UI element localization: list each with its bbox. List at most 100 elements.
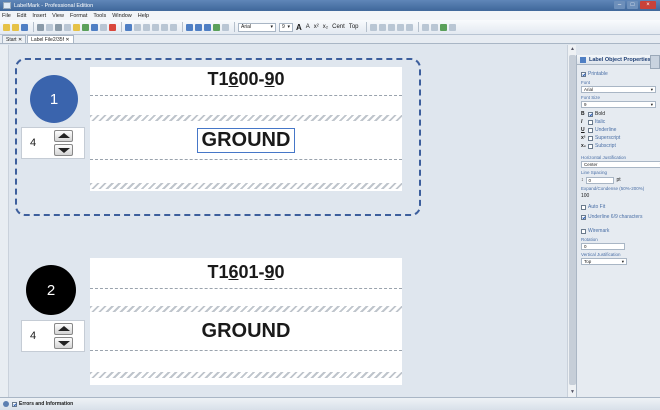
horizontal-align-dropdown[interactable]: Cent: [332, 24, 345, 30]
scroll-down-icon[interactable]: ▼: [569, 389, 576, 396]
decrement-arrow-icon[interactable]: [54, 144, 73, 156]
rotate-icon[interactable]: [213, 23, 220, 31]
label-line-1[interactable]: T1 6 01- 9 0: [90, 260, 402, 284]
select-icon[interactable]: [125, 23, 132, 31]
italic-checkbox[interactable]: [588, 119, 593, 125]
superscript-button[interactable]: x²: [314, 24, 319, 30]
line-icon[interactable]: [161, 23, 168, 31]
menu-view[interactable]: View: [52, 13, 64, 19]
font-size-dropdown[interactable]: 9 ▾: [279, 22, 293, 32]
paste-icon[interactable]: [73, 23, 80, 31]
autofit-row[interactable]: Auto Fit: [581, 203, 656, 211]
font-select[interactable]: Arial ▾: [581, 86, 656, 93]
layout-icon[interactable]: [421, 23, 429, 31]
scroll-thumb[interactable]: [569, 55, 576, 385]
rectangle-icon[interactable]: [170, 23, 177, 31]
text-format-icon[interactable]: [378, 23, 386, 31]
undo-icon[interactable]: [91, 23, 98, 31]
menu-help[interactable]: Help: [138, 13, 149, 19]
subscript-button[interactable]: x₂: [323, 24, 328, 30]
font-name-dropdown[interactable]: Arial ▾: [238, 22, 276, 32]
barcode-icon[interactable]: [143, 23, 150, 31]
delete-icon[interactable]: [109, 23, 116, 31]
italic-row[interactable]: I Italic: [581, 118, 656, 126]
layout-icon[interactable]: [430, 23, 438, 31]
errors-panel-bar[interactable]: Errors and Information: [0, 397, 660, 410]
printable-checkbox[interactable]: [581, 71, 586, 77]
vertical-align-dropdown[interactable]: Top: [349, 24, 359, 30]
quantity-stepper[interactable]: 4: [21, 127, 85, 159]
maximize-icon[interactable]: □: [627, 1, 638, 9]
label-sleeve[interactable]: T1 6 00- 9 0 GROUND: [90, 67, 402, 191]
vertical-scrollbar[interactable]: ▲ ▼: [567, 45, 576, 397]
redo-icon[interactable]: [100, 23, 107, 31]
tag-icon[interactable]: [439, 23, 447, 31]
font-size-select[interactable]: 9 ▾: [581, 101, 656, 108]
collapse-icon[interactable]: [3, 401, 9, 407]
settings-icon[interactable]: [448, 23, 456, 31]
text-edit-box[interactable]: GROUND: [196, 127, 296, 153]
decrease-font-button[interactable]: A: [306, 24, 310, 30]
superscript-row[interactable]: x² Superscript: [581, 134, 656, 142]
align-bottom-icon[interactable]: [195, 23, 202, 31]
wiremark-checkbox[interactable]: [581, 228, 586, 234]
bold-checkbox[interactable]: [588, 111, 593, 117]
quantity-stepper[interactable]: 4: [21, 320, 85, 352]
image-icon[interactable]: [152, 23, 159, 31]
increment-arrow-icon[interactable]: [54, 323, 73, 335]
text-format-icon[interactable]: [405, 23, 413, 31]
hjust-select[interactable]: Center▾: [581, 161, 660, 168]
cut-icon[interactable]: [55, 23, 62, 31]
database-icon[interactable]: [82, 23, 89, 31]
subscript-row[interactable]: x₂ Subscript: [581, 142, 656, 150]
decrement-arrow-icon[interactable]: [54, 337, 73, 349]
label-line-2[interactable]: GROUND: [90, 318, 402, 344]
label-sleeve[interactable]: T1 6 01- 9 0 GROUND: [90, 258, 402, 385]
copy-icon[interactable]: [64, 23, 71, 31]
align-top-icon[interactable]: [186, 23, 193, 31]
menu-edit[interactable]: Edit: [17, 13, 26, 19]
increase-font-button[interactable]: A: [296, 23, 302, 32]
increment-arrow-icon[interactable]: [54, 130, 73, 142]
bold-row[interactable]: B Bold: [581, 110, 656, 118]
save-icon[interactable]: [21, 23, 28, 31]
underline69-checkbox[interactable]: [581, 214, 586, 220]
menu-tools[interactable]: Tools: [93, 13, 106, 19]
text-format-icon[interactable]: [387, 23, 395, 31]
print-icon[interactable]: [37, 23, 44, 31]
underline69-row[interactable]: Underline 6/9 characters: [581, 213, 656, 221]
label-record[interactable]: 1 4 T1 6 00- 9 0 GROUND: [9, 45, 567, 220]
label-record[interactable]: 2 4 T1 6 01- 9 0 GROUND: [9, 258, 567, 393]
menu-insert[interactable]: Insert: [32, 13, 46, 19]
close-icon[interactable]: ×: [640, 1, 656, 9]
scroll-up-icon[interactable]: ▲: [569, 46, 576, 53]
autofit-checkbox[interactable]: [581, 204, 586, 210]
subscript-checkbox[interactable]: [588, 143, 593, 149]
label-line-1[interactable]: T1 6 00- 9 0: [90, 67, 402, 91]
errors-checkbox[interactable]: [12, 401, 17, 407]
vjust-select[interactable]: Top ▾: [581, 258, 627, 265]
label-line-2[interactable]: GROUND: [90, 127, 402, 153]
print-preview-icon[interactable]: [46, 23, 53, 31]
new-file-icon[interactable]: [3, 23, 10, 31]
menu-format[interactable]: Format: [70, 13, 87, 19]
rotation-input[interactable]: 0: [581, 243, 625, 250]
label-canvas[interactable]: 1 4 T1 6 00- 9 0 GROUND 2 4 T1 6 01- 9 0…: [9, 45, 567, 397]
superscript-checkbox[interactable]: [588, 135, 593, 141]
printable-row[interactable]: Printable: [581, 70, 656, 78]
zoom-icon[interactable]: [222, 23, 229, 31]
underline-checkbox[interactable]: [588, 127, 593, 133]
underline-row[interactable]: U Underline: [581, 126, 656, 134]
panel-side-tab[interactable]: [650, 55, 660, 69]
minimize-icon[interactable]: –: [614, 1, 625, 9]
menu-window[interactable]: Window: [112, 13, 132, 19]
text-format-icon[interactable]: [396, 23, 404, 31]
open-folder-icon[interactable]: [12, 23, 19, 31]
tab-label-file[interactable]: Label File2/35f ✕: [27, 35, 74, 43]
menu-file[interactable]: File: [2, 13, 11, 19]
wiremark-row[interactable]: Wiremark: [581, 227, 656, 235]
line-spacing-input[interactable]: 0: [585, 176, 614, 184]
expand-value[interactable]: 100: [581, 192, 656, 200]
tab-start[interactable]: Start ✕: [2, 35, 27, 43]
grid-icon[interactable]: [204, 23, 211, 31]
